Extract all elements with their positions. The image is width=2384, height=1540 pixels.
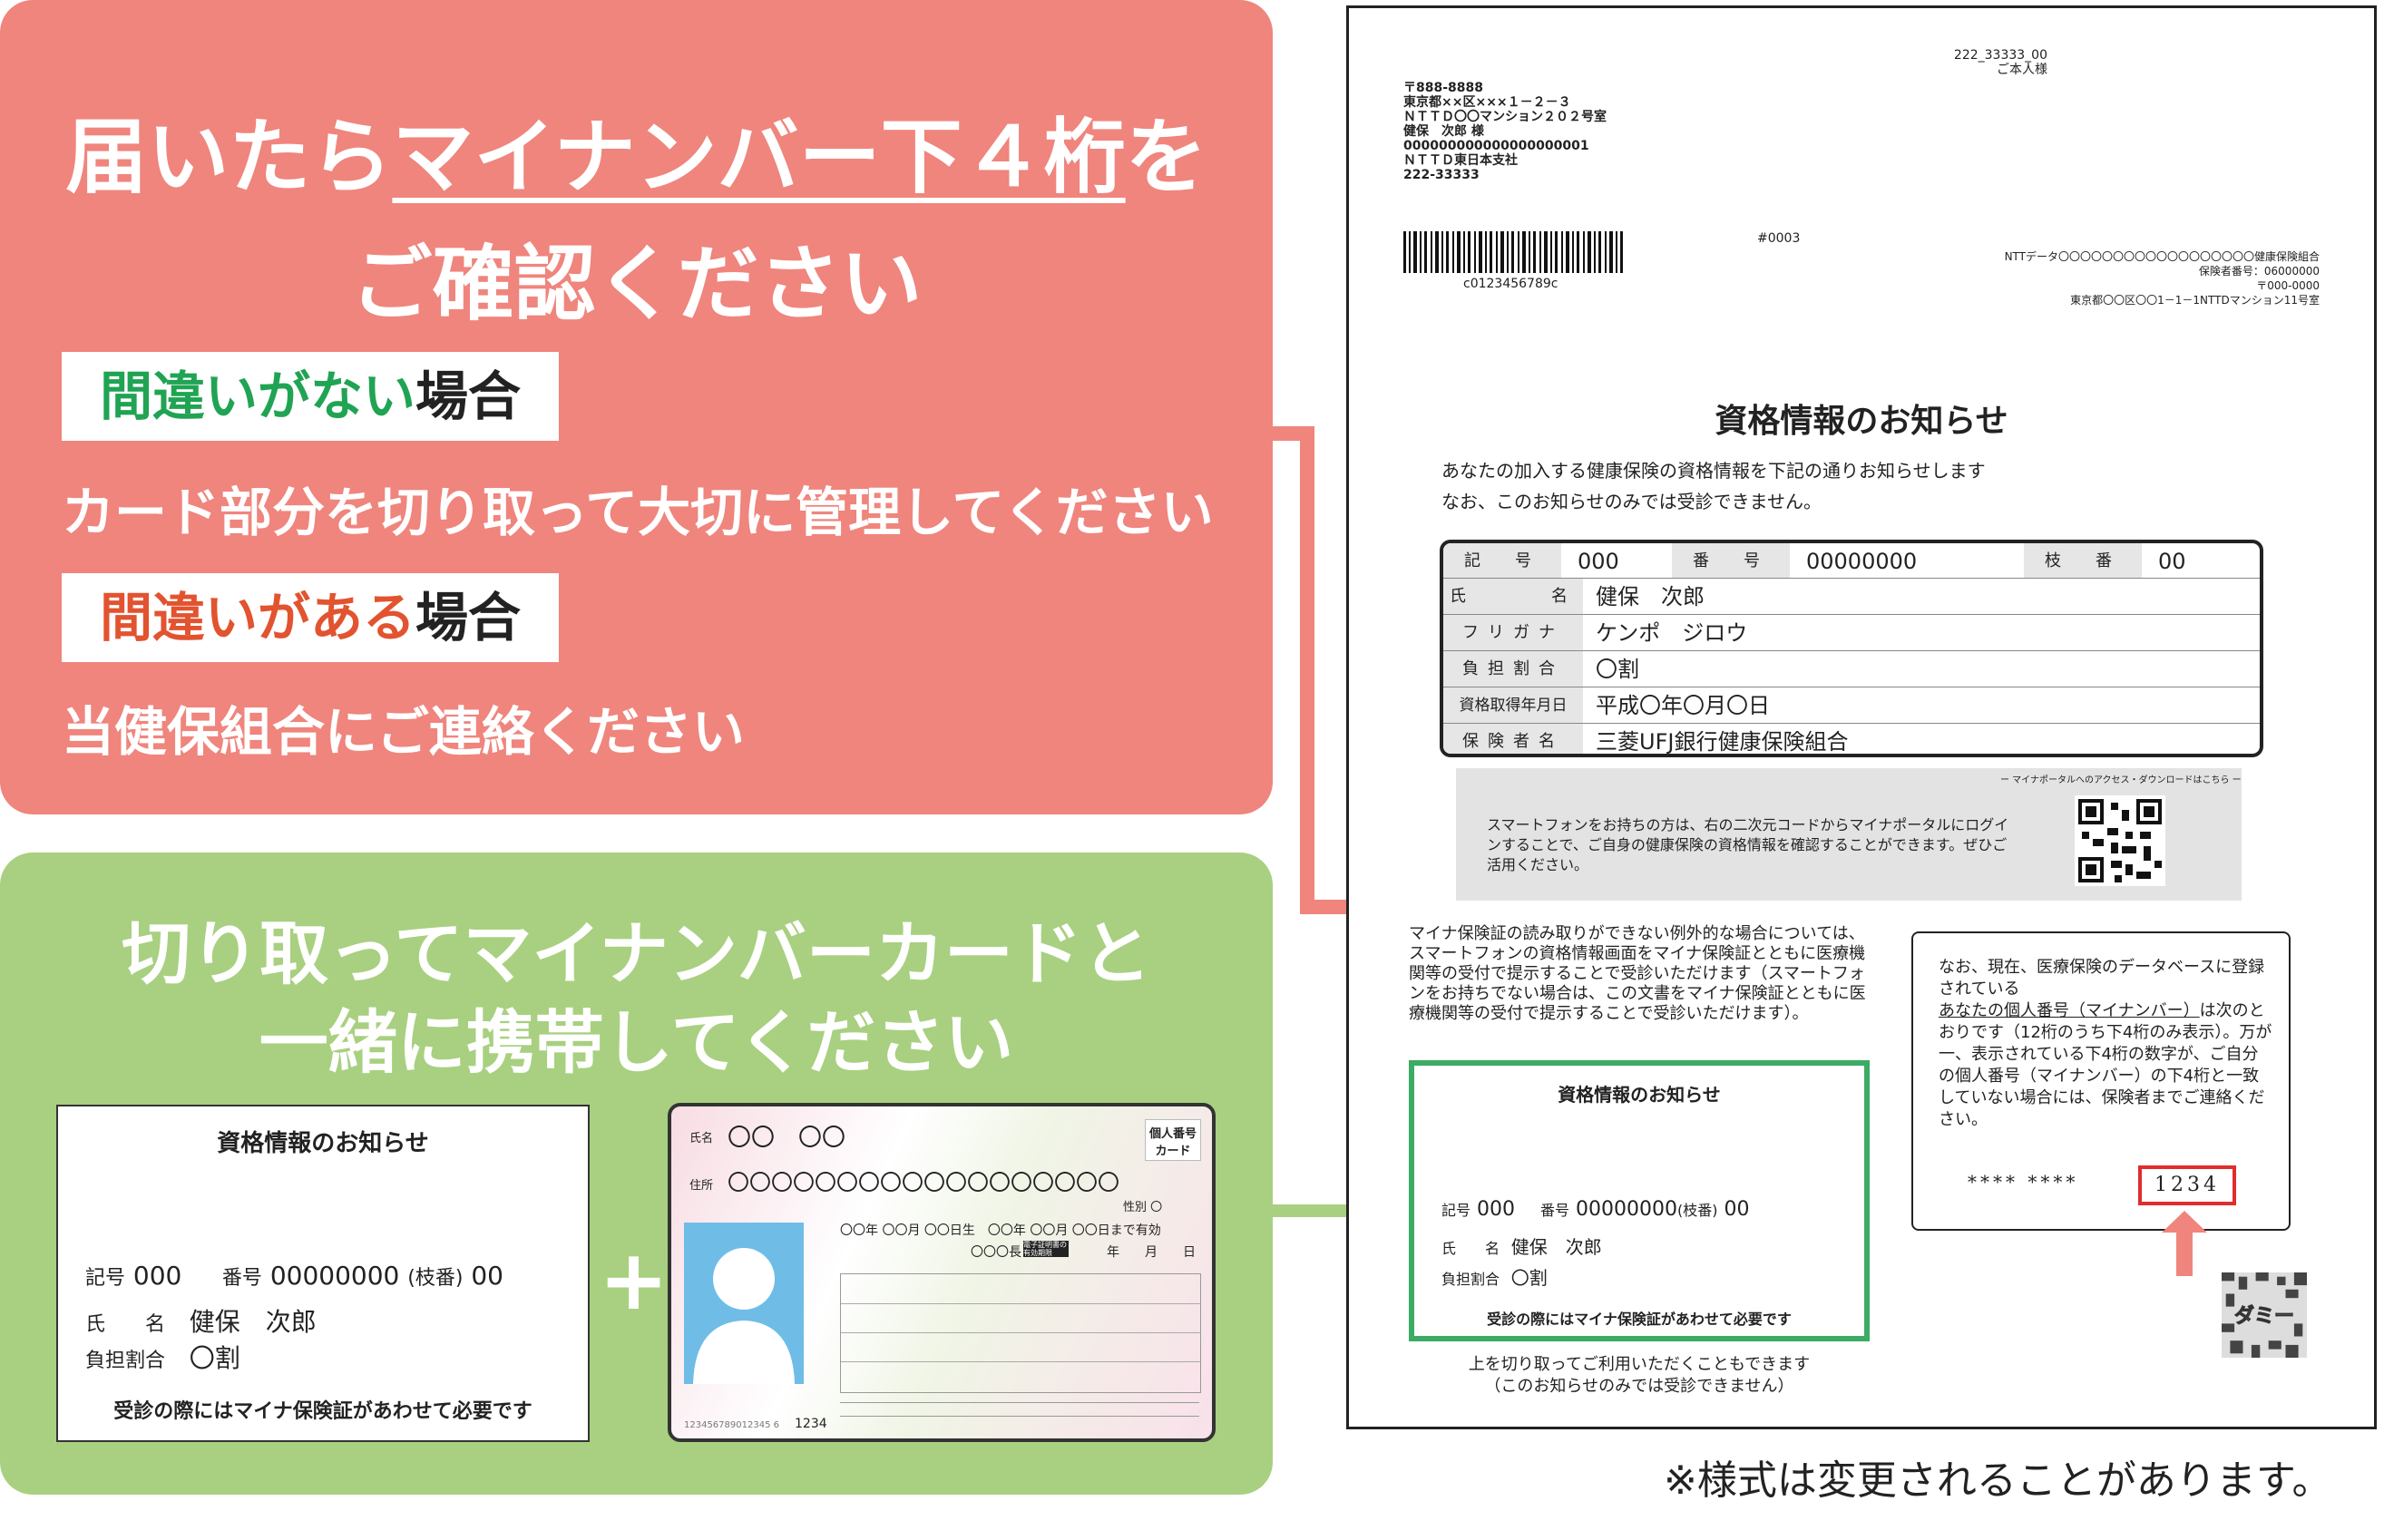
case-incorrect-label: 間違いがある場合 bbox=[62, 573, 559, 662]
intro-line2: なお、このお知らせのみでは受診できません。 bbox=[1441, 491, 1822, 512]
confirm-title-line2: ご確認ください bbox=[350, 237, 923, 332]
confirm-title-line1: 届いたらマイナンバー下４桁を bbox=[65, 110, 1207, 205]
cutout-name-row: 氏 名 健保 次郎 bbox=[1441, 1236, 1602, 1258]
cutout-card-preview: 資格情報のお知らせ 記号 000 番号 00000000 (枝番) 00 氏 名… bbox=[56, 1105, 590, 1442]
mn-sex: 性別 〇 bbox=[1123, 1201, 1163, 1214]
mn-signature-lines bbox=[840, 1402, 1199, 1417]
mn-name-label: 氏名 bbox=[689, 1132, 714, 1145]
mn-mayor: 〇〇〇長 bbox=[971, 1245, 1021, 1260]
intro-line1: あなたの加入する健康保険の資格情報を下記の通りお知らせします bbox=[1441, 460, 1986, 482]
card-ratio-row: 負担割合 〇割 bbox=[85, 1343, 240, 1373]
mynumber-note-text: なお、現在、医療保険のデータベースに登録されているあなたの個人番号（マイナンバー… bbox=[1939, 958, 2272, 1129]
card-footer: 受診の際にはマイナ保険証があわせて必要です bbox=[113, 1400, 532, 1423]
mn-photo bbox=[684, 1223, 804, 1384]
format-change-footnote: ※様式は変更されることがあります。 bbox=[1664, 1457, 2332, 1504]
mynumber-note-box: なお、現在、医療保険のデータベースに登録されているあなたの個人番号（マイナンバー… bbox=[1911, 931, 2291, 1231]
portal-text: スマートフォンをお持ちの方は、右の二次元コードからマイナポータルにログインするこ… bbox=[1487, 816, 2009, 873]
sequence-number: #0003 bbox=[1757, 231, 1801, 246]
mn-name-value: 〇〇 〇〇 bbox=[728, 1125, 846, 1152]
qr-code-icon[interactable] bbox=[2075, 795, 2165, 886]
arrow-up-icon bbox=[2162, 1211, 2207, 1276]
case-correct-description: カード部分を切り取って大切に管理してください bbox=[62, 482, 1214, 543]
recipient-address: 〒888-8888 東京都××区×××１－２－３ ＮＴＴＤ〇〇マンション２０２号室健… bbox=[1403, 81, 1607, 182]
case-incorrect-description: 当健保組合にご連絡ください bbox=[62, 701, 745, 763]
mn-number: 123456789012345 6 bbox=[684, 1420, 779, 1430]
table-row: 記 号 000 番 号 00000000 枝 番 00 bbox=[1443, 543, 2260, 578]
dummy-label: ダミー bbox=[2233, 1305, 2294, 1329]
sender-block: NTTデータ〇〇〇〇〇〇〇〇〇〇〇〇〇〇〇〇〇〇健康保険組合 保険者番号：0600… bbox=[2004, 250, 2320, 307]
mn-address-value: 〇〇〇〇〇〇〇〇〇〇〇〇〇〇〇〇〇〇 bbox=[728, 1170, 1119, 1195]
table-row: フリガナ ケンポ ジロウ bbox=[1443, 614, 2260, 651]
cutout-ratio-row: 負担割合 〇割 bbox=[1441, 1267, 1548, 1289]
recipient-code: 222_33333_00 ご本人様 bbox=[1953, 48, 2047, 77]
table-row: 負担割合 〇割 bbox=[1443, 650, 2260, 687]
case-correct-label: 間違いがない場合 bbox=[62, 352, 559, 441]
table-row: 氏 名健保 次郎 bbox=[1443, 578, 2260, 615]
card-title: 資格情報のお知らせ bbox=[217, 1130, 429, 1157]
mn-cert-date: 年 月 日 bbox=[1107, 1245, 1196, 1260]
barcode-text: c0123456789c bbox=[1463, 277, 1558, 291]
mn-code: 1234 bbox=[795, 1417, 827, 1431]
cutout-footer: 受診の際にはマイナ保険証があわせて必要です bbox=[1487, 1311, 1792, 1328]
card-name-row: 氏 名 健保 次郎 bbox=[85, 1307, 317, 1337]
masked-digits: **** **** bbox=[1968, 1171, 2079, 1193]
dummy-code: ダミー bbox=[2222, 1272, 2307, 1358]
portal-info-box: ー マイナポータルへのアクセス・ダウンロードはこちら ー スマートフォンをお持ち… bbox=[1456, 768, 2242, 901]
notice-document: 222_33333_00 ご本人様 〒888-8888 東京都××区×××１－２－３… bbox=[1346, 5, 2377, 1429]
last4-digits: 1234 bbox=[2138, 1165, 2236, 1205]
cutout-card: 資格情報のお知らせ 記号 000 番号 00000000(枝番) 00 氏 名 … bbox=[1409, 1060, 1870, 1341]
card-kigo-row: 記号 000 番号 00000000 (枝番) 00 bbox=[85, 1261, 503, 1291]
cut-instruction: 上を切り取ってご利用いただくこともできます （このお知らせのみでは受診できません） bbox=[1468, 1355, 1811, 1396]
mn-info-lines bbox=[840, 1273, 1201, 1393]
mn-address-label: 住所 bbox=[689, 1179, 714, 1193]
carry-title-line1: 切り取ってマイナンバーカードと bbox=[122, 913, 1151, 994]
table-row: 保険者名 三菱UFJ銀行健康保険組合 bbox=[1443, 723, 2260, 754]
mn-dates: 〇〇年 〇〇月 〇〇日生 〇〇年 〇〇月 〇〇日まで有効 bbox=[840, 1223, 1161, 1238]
portal-caption: ー マイナポータルへのアクセス・ダウンロードはこちら ー bbox=[2000, 775, 2242, 785]
document-title: 資格情報のお知らせ bbox=[1715, 403, 2008, 440]
mynumber-card-illustration: 氏名 〇〇 〇〇 個人番号 カード 住所 〇〇〇〇〇〇〇〇〇〇〇〇〇〇〇〇〇〇 … bbox=[668, 1103, 1216, 1442]
carry-title-line2: 一緒に携帯してください bbox=[259, 1002, 1014, 1083]
cutout-title: 資格情報のお知らせ bbox=[1558, 1084, 1721, 1106]
exception-note: マイナ保険証の読み取りができない例外的な場合については、スマートフォンの資格情報… bbox=[1409, 924, 1866, 1023]
eligibility-table: 記 号 000 番 号 00000000 枝 番 00 氏 名健保 次郎 フリガ… bbox=[1440, 540, 2263, 757]
mn-cert-label: 電子証明書の有効期限 bbox=[1023, 1241, 1069, 1257]
table-row: 資格取得年月日 平成〇年〇月〇日 bbox=[1443, 687, 2260, 724]
plus-sign: + bbox=[599, 1232, 669, 1329]
barcode-icon bbox=[1403, 231, 1623, 273]
mn-card-badge: 個人番号 カード bbox=[1145, 1119, 1201, 1161]
title-emphasis: マイナンバー下４桁 bbox=[392, 110, 1126, 205]
cutout-kigo-row: 記号 000 番号 00000000(枝番) 00 bbox=[1441, 1198, 1750, 1221]
